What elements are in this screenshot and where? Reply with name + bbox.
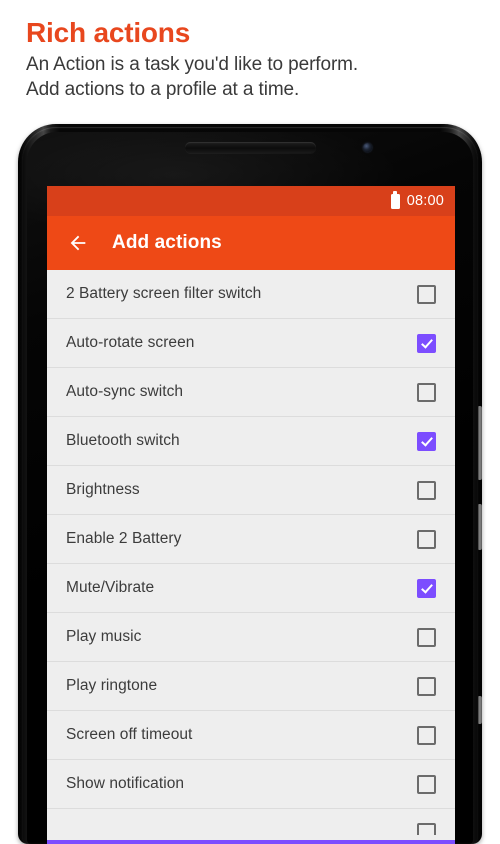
checkbox-checked[interactable] xyxy=(417,333,436,353)
list-item-label: Play music xyxy=(66,628,142,645)
toolbar-title: Add actions xyxy=(112,232,222,253)
volume-button[interactable] xyxy=(478,406,482,480)
intro-subtitle: An Action is a task you'd like to perfor… xyxy=(26,52,486,102)
bottom-accent-bar xyxy=(47,840,455,844)
checkbox-unchecked[interactable] xyxy=(417,627,436,647)
actions-list[interactable]: 2 Battery screen filter switch Auto-rotat… xyxy=(47,270,455,835)
list-item-label: Show notification xyxy=(66,775,185,792)
checkbox-checked[interactable] xyxy=(417,578,436,598)
list-item[interactable]: Brightness xyxy=(47,466,455,515)
list-item[interactable]: 2 Battery screen filter switch xyxy=(47,270,455,319)
list-item-label: Auto-sync switch xyxy=(66,383,184,400)
list-item[interactable]: Screen off timeout xyxy=(47,711,455,760)
app-toolbar: Add actions xyxy=(47,216,455,270)
list-item-label: Brightness xyxy=(66,481,140,498)
list-item-label: Bluetooth switch xyxy=(66,432,180,449)
status-bar: 08:00 xyxy=(47,186,455,216)
back-arrow-icon[interactable] xyxy=(67,232,89,254)
checkbox-unchecked[interactable] xyxy=(417,823,436,835)
intro-block: Rich actions An Action is a task you'd l… xyxy=(26,16,486,102)
phone-mockup: 08:00 Add actions 2 Battery screen filte… xyxy=(18,124,482,844)
list-item-label: Play ringtone xyxy=(66,677,158,694)
list-item[interactable]: Auto-sync switch xyxy=(47,368,455,417)
list-item[interactable]: Bluetooth switch xyxy=(47,417,455,466)
list-item-label: 2 Battery screen filter switch xyxy=(66,285,262,302)
side-button-lower[interactable] xyxy=(478,696,482,724)
list-item-label: Enable 2 Battery xyxy=(66,530,182,547)
intro-subtitle-line1: An Action is a task you'd like to perfor… xyxy=(26,54,359,75)
checkbox-unchecked[interactable] xyxy=(417,382,436,402)
phone-screen: 08:00 Add actions 2 Battery screen filte… xyxy=(47,186,455,844)
checkbox-checked[interactable] xyxy=(417,431,436,451)
earpiece-speaker-icon xyxy=(185,142,316,153)
list-item[interactable]: Auto-rotate screen xyxy=(47,319,455,368)
list-item-label: Auto-rotate screen xyxy=(66,334,195,351)
intro-subtitle-line2: Add actions to a profile at a time. xyxy=(26,79,300,100)
checkbox-unchecked[interactable] xyxy=(417,480,436,500)
checkbox-unchecked[interactable] xyxy=(417,774,436,794)
front-camera-icon xyxy=(363,143,372,152)
checkbox-unchecked[interactable] xyxy=(417,725,436,745)
page-title: Rich actions xyxy=(26,17,191,48)
status-bar-clock: 08:00 xyxy=(406,192,444,209)
list-item-label: Mute/Vibrate xyxy=(66,579,155,596)
list-item[interactable]: Show notification xyxy=(47,760,455,809)
battery-full-icon xyxy=(390,190,400,209)
checkbox-unchecked[interactable] xyxy=(417,284,436,304)
list-item[interactable] xyxy=(47,809,455,835)
list-item[interactable]: Play music xyxy=(47,613,455,662)
list-item[interactable]: Enable 2 Battery xyxy=(47,515,455,564)
power-button[interactable] xyxy=(478,504,482,550)
list-item[interactable]: Play ringtone xyxy=(47,662,455,711)
checkbox-unchecked[interactable] xyxy=(417,529,436,549)
checkbox-unchecked[interactable] xyxy=(417,676,436,696)
list-item[interactable]: Mute/Vibrate xyxy=(47,564,455,613)
list-item-label: Screen off timeout xyxy=(66,726,193,743)
